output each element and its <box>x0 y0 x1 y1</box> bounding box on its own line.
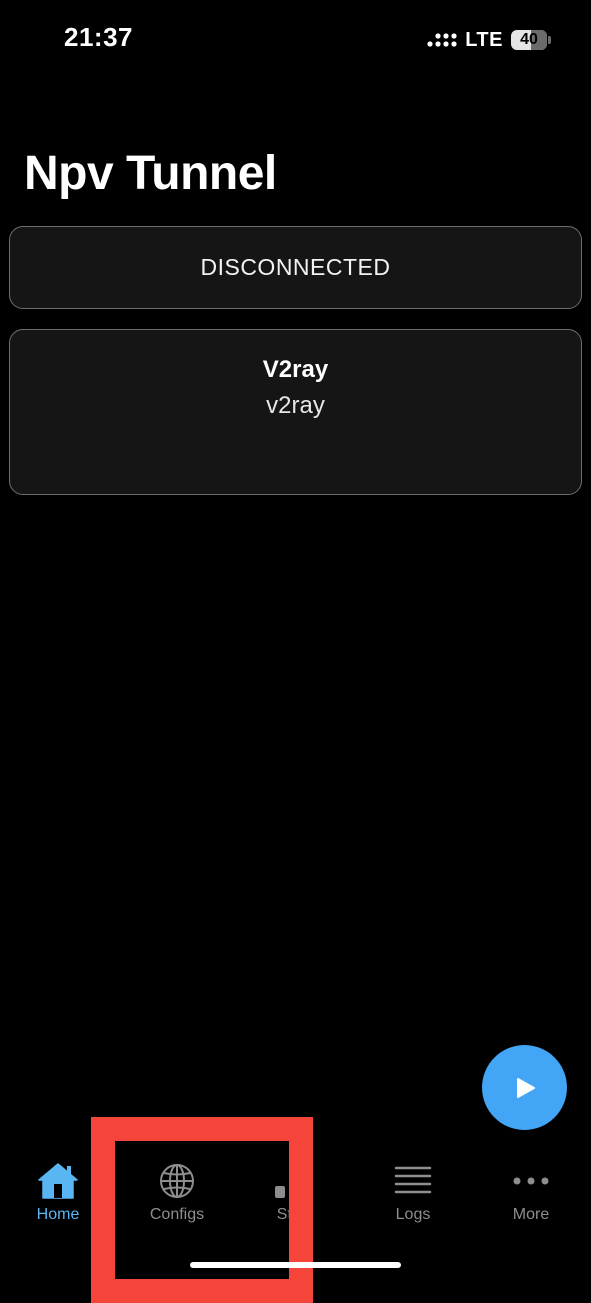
cellular-signal-icon <box>427 33 457 47</box>
status-indicators: LTE 40 <box>427 26 551 54</box>
config-name: V2ray <box>262 356 329 383</box>
tab-logs[interactable]: Logs <box>363 1162 463 1232</box>
tab-configs[interactable]: Configs <box>127 1162 227 1232</box>
selected-config-card[interactable]: V2ray v2ray <box>9 329 582 495</box>
globe-icon <box>160 1164 194 1198</box>
tab-home[interactable]: Home <box>8 1162 108 1232</box>
tab-more-label: More <box>512 1206 550 1223</box>
tab-configs-label: Configs <box>149 1206 205 1223</box>
battery-icon: 40 <box>511 29 551 51</box>
connection-status-text: DISCONNECTED <box>200 254 391 280</box>
network-type-label: LTE <box>465 28 503 51</box>
more-dots-icon <box>513 1177 549 1185</box>
bar-chart-icon <box>275 1166 313 1198</box>
play-icon <box>516 1077 535 1098</box>
tab-logs-label: Logs <box>395 1206 431 1223</box>
tab-more[interactable]: More <box>481 1162 581 1232</box>
bottom-tab-bar: Home Configs Stats Logs More <box>0 1150 591 1240</box>
status-bar: 21:37 LTE 40 <box>0 0 591 80</box>
tab-stats-label: Stats <box>276 1206 314 1223</box>
config-type: v2ray <box>266 392 325 419</box>
tab-home-label: Home <box>36 1206 80 1223</box>
home-indicator <box>190 1262 401 1268</box>
battery-level: 40 <box>520 31 538 48</box>
tab-stats[interactable]: Stats <box>245 1162 345 1232</box>
home-icon <box>38 1163 78 1199</box>
list-icon <box>394 1166 432 1194</box>
status-time: 21:37 <box>64 22 133 52</box>
connect-button[interactable] <box>482 1045 567 1130</box>
page-title: Npv Tunnel <box>24 147 277 200</box>
connection-status-card[interactable]: DISCONNECTED <box>9 226 582 309</box>
